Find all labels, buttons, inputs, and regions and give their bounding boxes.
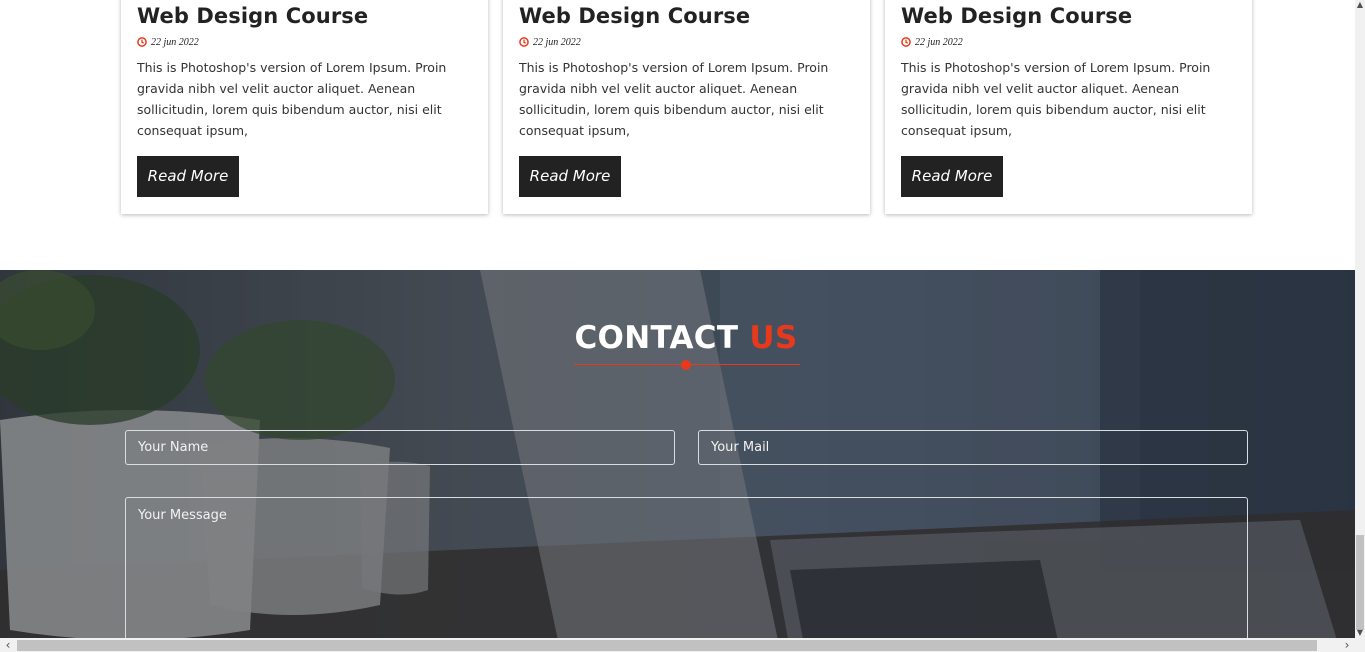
course-card: Web Design Course 22 jun 2022 This is Ph… — [121, 0, 488, 214]
name-input[interactable] — [125, 430, 675, 465]
card-text: This is Photoshop's version of Lorem Ips… — [137, 60, 447, 138]
card-date: 22 jun 2022 — [901, 36, 1236, 48]
vertical-scroll-thumb[interactable] — [1356, 535, 1364, 630]
course-card: Web Design Course 22 jun 2022 This is Ph… — [503, 0, 870, 214]
clock-icon — [901, 37, 911, 47]
course-card: Web Design Course 22 jun 2022 This is Ph… — [885, 0, 1252, 214]
date-text: 22 jun 2022 — [533, 36, 581, 48]
card-title: Web Design Course — [137, 4, 369, 28]
card-date: 22 jun 2022 — [137, 36, 472, 48]
read-more-button[interactable]: Read More — [137, 156, 239, 197]
read-more-button[interactable]: Read More — [519, 156, 621, 197]
card-title: Web Design Course — [519, 4, 751, 28]
message-input[interactable] — [125, 497, 1248, 638]
contact-title-accent: US — [749, 320, 798, 356]
page: Web Design Course 22 jun 2022 This is Ph… — [0, 0, 1355, 638]
date-text: 22 jun 2022 — [915, 36, 963, 48]
read-more-button[interactable]: Read More — [901, 156, 1003, 197]
title-underline-dot — [681, 360, 691, 370]
clock-icon — [137, 37, 147, 47]
contact-section: CONTACT US — [0, 270, 1355, 638]
arrow-right-icon[interactable]: › — [1339, 638, 1355, 652]
date-text: 22 jun 2022 — [151, 36, 199, 48]
card-date: 22 jun 2022 — [519, 36, 854, 48]
arrow-down-icon[interactable]: ▼ — [1355, 628, 1365, 638]
arrow-left-icon[interactable]: ‹ — [0, 638, 16, 652]
horizontal-scrollbar[interactable]: ‹ › — [0, 638, 1365, 652]
contact-title: CONTACT US — [0, 320, 1355, 356]
arrow-up-icon[interactable]: ▲ — [1355, 0, 1365, 10]
horizontal-scroll-thumb[interactable] — [17, 640, 1317, 651]
course-cards: Web Design Course 22 jun 2022 This is Ph… — [121, 0, 1253, 214]
vertical-scrollbar[interactable]: ▲ ▼ — [1355, 0, 1365, 638]
mail-input[interactable] — [698, 430, 1248, 465]
clock-icon — [519, 37, 529, 47]
contact-title-main: CONTACT — [574, 320, 739, 356]
card-text: This is Photoshop's version of Lorem Ips… — [519, 60, 829, 138]
card-text: This is Photoshop's version of Lorem Ips… — [901, 60, 1211, 138]
card-title: Web Design Course — [901, 4, 1133, 28]
